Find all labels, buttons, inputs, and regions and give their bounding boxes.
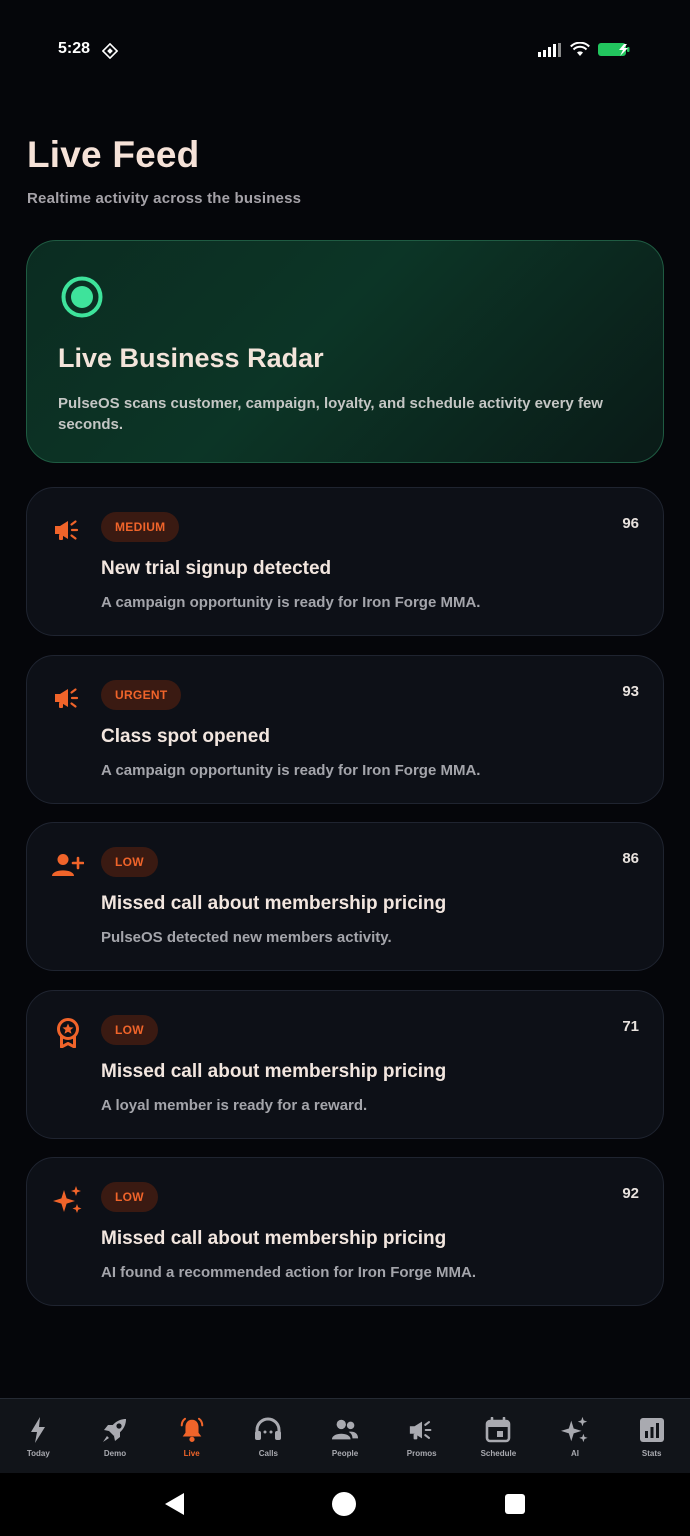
battery-charging-icon: [598, 43, 630, 56]
feed-description: A campaign opportunity is ready for Iron…: [101, 762, 481, 779]
priority-badge: LOW: [101, 847, 158, 877]
nav-item-ai[interactable]: AI: [537, 1399, 614, 1473]
status-bar: 5:28: [0, 0, 690, 100]
megaphone-icon: [52, 514, 84, 546]
nav-label: Calls: [258, 1449, 278, 1458]
nav-label: Promos: [406, 1449, 437, 1458]
live-feed-screen: 5:28 Live Feed Realtime activity across …: [0, 0, 690, 1536]
nav-item-live[interactable]: Live: [153, 1399, 230, 1473]
status-indicators: [538, 42, 632, 57]
calendar-icon: [484, 1416, 512, 1444]
feed-card[interactable]: LOW 71 Missed call about membership pric…: [26, 990, 664, 1139]
priority-badge: URGENT: [101, 680, 182, 710]
feed-card[interactable]: LOW 92 Missed call about membership pric…: [26, 1157, 664, 1306]
feed-title: Class spot opened: [101, 726, 270, 747]
person-add-icon: [52, 849, 84, 881]
home-circle-icon[interactable]: [332, 1492, 356, 1516]
page-subtitle: Realtime activity across the business: [27, 190, 302, 207]
headset-icon: [254, 1416, 282, 1444]
feed-card[interactable]: URGENT 93 Class spot opened A campaign o…: [26, 655, 664, 804]
bottom-nav: Today Demo Live Calls People Promos Sche…: [0, 1398, 690, 1473]
radar-title: Live Business Radar: [58, 343, 324, 373]
feed-score: 93: [622, 683, 639, 700]
nav-label: Schedule: [480, 1449, 517, 1458]
radar-description: PulseOS scans customer, campaign, loyalt…: [58, 395, 603, 433]
back-triangle-icon[interactable]: [162, 1491, 186, 1517]
sparkles-icon: [561, 1416, 589, 1444]
feed-score: 96: [622, 515, 639, 532]
feed-description: AI found a recommended action for Iron F…: [101, 1264, 477, 1281]
feed-card[interactable]: MEDIUM 96 New trial signup detected A ca…: [26, 487, 664, 636]
megaphone-icon: [408, 1416, 436, 1444]
nav-label: Stats: [641, 1449, 662, 1458]
live-business-radar-card[interactable]: Live Business Radar PulseOS scans custom…: [26, 240, 664, 463]
nav-item-demo[interactable]: Demo: [77, 1399, 154, 1473]
recents-square-icon[interactable]: [505, 1494, 525, 1514]
feed-score: 71: [622, 1018, 639, 1035]
people-icon: [331, 1416, 359, 1444]
bolt-icon: [24, 1416, 52, 1444]
feed-card[interactable]: LOW 86 Missed call about membership pric…: [26, 822, 664, 971]
nav-item-today[interactable]: Today: [0, 1399, 77, 1473]
priority-badge: MEDIUM: [101, 512, 180, 542]
radio-button-icon: [61, 276, 103, 318]
nav-item-calls[interactable]: Calls: [230, 1399, 307, 1473]
award-badge-icon: [52, 1017, 84, 1049]
wifi-icon: [570, 42, 590, 56]
bar-chart-icon: [638, 1416, 666, 1444]
feed-title: Missed call about membership pricing: [101, 1061, 447, 1082]
nav-label: Today: [26, 1449, 50, 1458]
nav-label: AI: [571, 1449, 580, 1458]
nav-label: Demo: [103, 1449, 127, 1458]
bell-icon: [178, 1416, 206, 1444]
nav-label: Live: [183, 1449, 200, 1458]
feed-description: A loyal member is ready for a reward.: [101, 1097, 368, 1114]
nav-item-stats[interactable]: Stats: [613, 1399, 690, 1473]
sparkles-icon: [52, 1184, 84, 1216]
feed-title: New trial signup detected: [101, 558, 332, 579]
feed-description: A campaign opportunity is ready for Iron…: [101, 594, 481, 611]
feed-title: Missed call about membership pricing: [101, 1228, 447, 1249]
rocket-icon: [101, 1416, 129, 1444]
nav-item-promos[interactable]: Promos: [383, 1399, 460, 1473]
nav-item-schedule[interactable]: Schedule: [460, 1399, 537, 1473]
priority-badge: LOW: [101, 1182, 158, 1212]
system-nav-bar: [0, 1473, 690, 1536]
feed-score: 86: [622, 850, 639, 867]
feed-description: PulseOS detected new members activity.: [101, 929, 392, 946]
priority-badge: LOW: [101, 1015, 158, 1045]
feed-score: 92: [622, 1185, 639, 1202]
feed-title: Missed call about membership pricing: [101, 893, 447, 914]
diamond-notification-icon: [102, 43, 118, 59]
page-title: Live Feed: [27, 134, 200, 175]
nav-item-people[interactable]: People: [307, 1399, 384, 1473]
signal-icon: [538, 42, 561, 57]
nav-label: People: [331, 1449, 359, 1458]
megaphone-icon: [52, 682, 84, 714]
status-time: 5:28: [58, 40, 91, 57]
